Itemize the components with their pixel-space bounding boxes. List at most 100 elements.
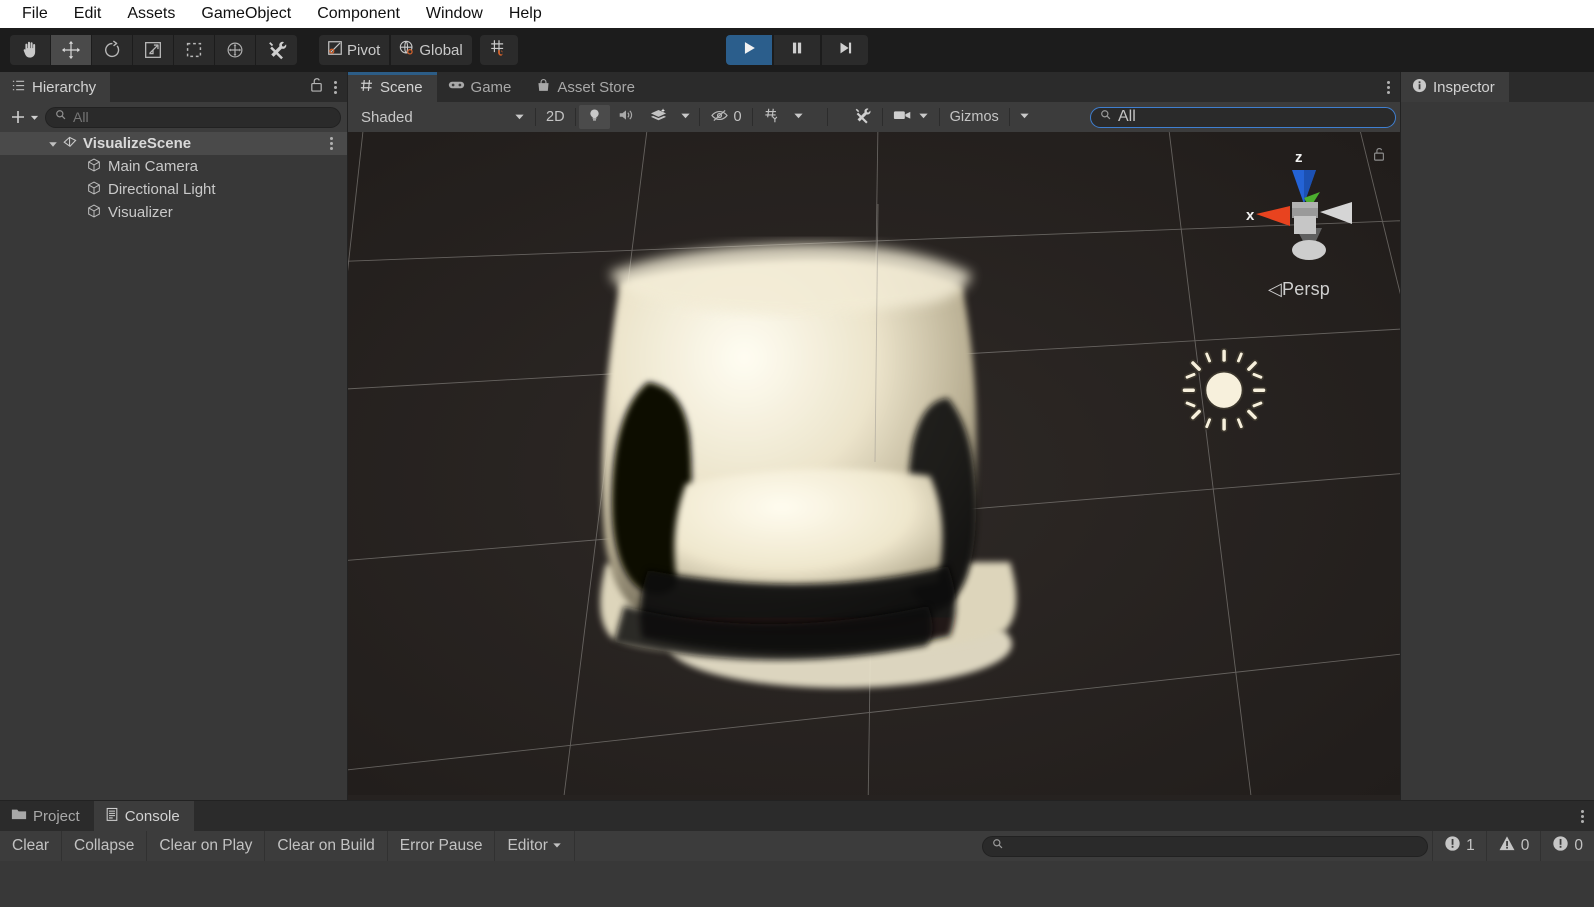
- scene-tools-button[interactable]: [846, 105, 879, 129]
- tab-scene[interactable]: Scene: [348, 72, 437, 102]
- error-count[interactable]: 1: [1432, 831, 1486, 861]
- eye-off-icon: [710, 108, 729, 127]
- hierarchy-tabbar: Hierarchy: [0, 72, 347, 102]
- info-count[interactable]: 0: [1540, 831, 1594, 861]
- scene-grid-icon: [359, 78, 374, 97]
- menu-gameobject[interactable]: GameObject: [188, 0, 304, 28]
- fx-dropdown-button[interactable]: [675, 105, 696, 129]
- directional-light-gizmo[interactable]: [1166, 332, 1282, 456]
- transform-tool-button[interactable]: [215, 35, 256, 65]
- scene-camera-button[interactable]: [886, 105, 936, 129]
- pause-button[interactable]: [774, 35, 820, 65]
- menu-assets[interactable]: Assets: [114, 0, 188, 28]
- gamepad-icon: [448, 78, 465, 96]
- unlocked-padlock-icon[interactable]: [309, 76, 324, 98]
- grid-snap-button[interactable]: [479, 35, 518, 65]
- transform-icon: [224, 39, 246, 61]
- tab-game[interactable]: Game: [437, 72, 526, 102]
- pivot-toggle-button[interactable]: Pivot: [319, 35, 390, 65]
- info-circle-icon: [1552, 835, 1569, 857]
- toggle-audio-button[interactable]: [610, 105, 642, 129]
- kebab-menu-icon[interactable]: [330, 137, 347, 150]
- grid-visibility-button[interactable]: [756, 105, 788, 129]
- menu-help[interactable]: Help: [496, 0, 555, 28]
- draw-mode-dropdown[interactable]: Shaded: [352, 105, 532, 129]
- handle-space-button[interactable]: Global: [391, 35, 472, 65]
- tab-asset-store[interactable]: Asset Store: [525, 72, 649, 102]
- toggle-fx-button[interactable]: [642, 105, 675, 129]
- scene-panel: Scene Game Asset Store Shaded 2D 0 Gizmo…: [348, 72, 1400, 800]
- lightbulb-icon: [586, 107, 603, 128]
- gizmos-dropdown-button[interactable]: [1013, 105, 1036, 129]
- warning-count[interactable]: 0: [1485, 831, 1541, 861]
- console-icon: [105, 807, 119, 826]
- hierarchy-row-label: Directional Light: [108, 181, 216, 198]
- hierarchy-row-visualizer[interactable]: Visualizer: [0, 201, 347, 224]
- custom-tool-button[interactable]: [256, 35, 297, 65]
- inspector-tab-label: Inspector: [1433, 78, 1495, 96]
- kebab-menu-icon[interactable]: [1581, 809, 1584, 823]
- clear-button[interactable]: Clear: [0, 831, 63, 861]
- grid-dropdown-button[interactable]: [788, 105, 809, 129]
- hierarchy-row-directional-light[interactable]: Directional Light: [0, 178, 347, 201]
- speaker-icon: [617, 107, 635, 127]
- wrench-hammer-icon: [853, 106, 872, 129]
- tab-inspector[interactable]: Inspector: [1401, 72, 1509, 102]
- toggle-2d-button[interactable]: 2D: [539, 105, 572, 129]
- rect-transform-tool-button[interactable]: [174, 35, 215, 65]
- divider: [938, 108, 940, 126]
- menu-window[interactable]: Window: [413, 0, 496, 28]
- rotate-tool-button[interactable]: [92, 35, 133, 65]
- scene-search-input[interactable]: All: [1090, 106, 1396, 128]
- kebab-menu-icon[interactable]: [334, 80, 337, 94]
- transform-tools-group: [10, 35, 297, 65]
- expand-chevron-icon[interactable]: [46, 139, 60, 149]
- scene-lock-icon[interactable]: [1372, 146, 1386, 167]
- project-tab-label: Project: [33, 807, 80, 825]
- add-gameobject-button[interactable]: [6, 108, 42, 126]
- search-icon: [992, 837, 1004, 855]
- console-search-input[interactable]: [982, 835, 1429, 857]
- kebab-menu-icon[interactable]: [1387, 80, 1390, 94]
- tab-project[interactable]: Project: [0, 801, 94, 831]
- console-messages-list[interactable]: [0, 861, 1594, 907]
- menu-edit[interactable]: Edit: [61, 0, 115, 28]
- menu-file[interactable]: File: [9, 0, 61, 28]
- tab-hierarchy[interactable]: Hierarchy: [0, 72, 111, 102]
- hierarchy-row-label: Visualizer: [108, 204, 173, 221]
- scene-viewport[interactable]: z x ◁Persp: [348, 132, 1400, 800]
- tab-console[interactable]: Console: [93, 801, 194, 831]
- play-button[interactable]: [726, 35, 772, 65]
- hierarchy-tree[interactable]: VisualizeScene Main Camera Directional L…: [0, 132, 347, 800]
- hidden-objects-count: 0: [733, 109, 742, 125]
- pivot-icon: [325, 38, 345, 62]
- error-pause-button[interactable]: Error Pause: [388, 831, 496, 861]
- hierarchy-search-input[interactable]: All: [45, 106, 341, 128]
- step-button[interactable]: [822, 35, 868, 65]
- inspector-panel: Inspector: [1400, 72, 1594, 800]
- scale-tool-button[interactable]: [133, 35, 174, 65]
- menu-component[interactable]: Component: [304, 0, 413, 28]
- gizmos-button[interactable]: Gizmos: [943, 105, 1006, 129]
- inspector-tabbar: Inspector: [1401, 72, 1594, 102]
- scene-tabbar-right: [1387, 72, 1400, 102]
- console-tabbar: Project Console: [0, 801, 1594, 831]
- chevron-down-icon: [1019, 109, 1030, 125]
- clear-on-build-button[interactable]: Clear on Build: [265, 831, 388, 861]
- move-tool-button[interactable]: [51, 35, 92, 65]
- editor-dropdown-button[interactable]: Editor: [495, 831, 575, 861]
- gizmos-label: Gizmos: [949, 109, 999, 125]
- chevron-down-icon: [793, 109, 804, 125]
- console-tab-label: Console: [124, 807, 180, 825]
- hierarchy-row-main-camera[interactable]: Main Camera: [0, 155, 347, 178]
- inspector-content: [1401, 102, 1594, 800]
- move-icon: [60, 39, 82, 61]
- toggle-lighting-button[interactable]: [578, 105, 610, 129]
- step-forward-icon: [836, 39, 854, 62]
- hierarchy-toolbar: All: [0, 102, 347, 132]
- hierarchy-row-visualizescene[interactable]: VisualizeScene: [0, 132, 347, 155]
- clear-on-play-button[interactable]: Clear on Play: [147, 831, 266, 861]
- hidden-objects-button[interactable]: 0: [703, 105, 749, 129]
- collapse-button[interactable]: Collapse: [62, 831, 148, 861]
- hand-tool-button[interactable]: [10, 35, 51, 65]
